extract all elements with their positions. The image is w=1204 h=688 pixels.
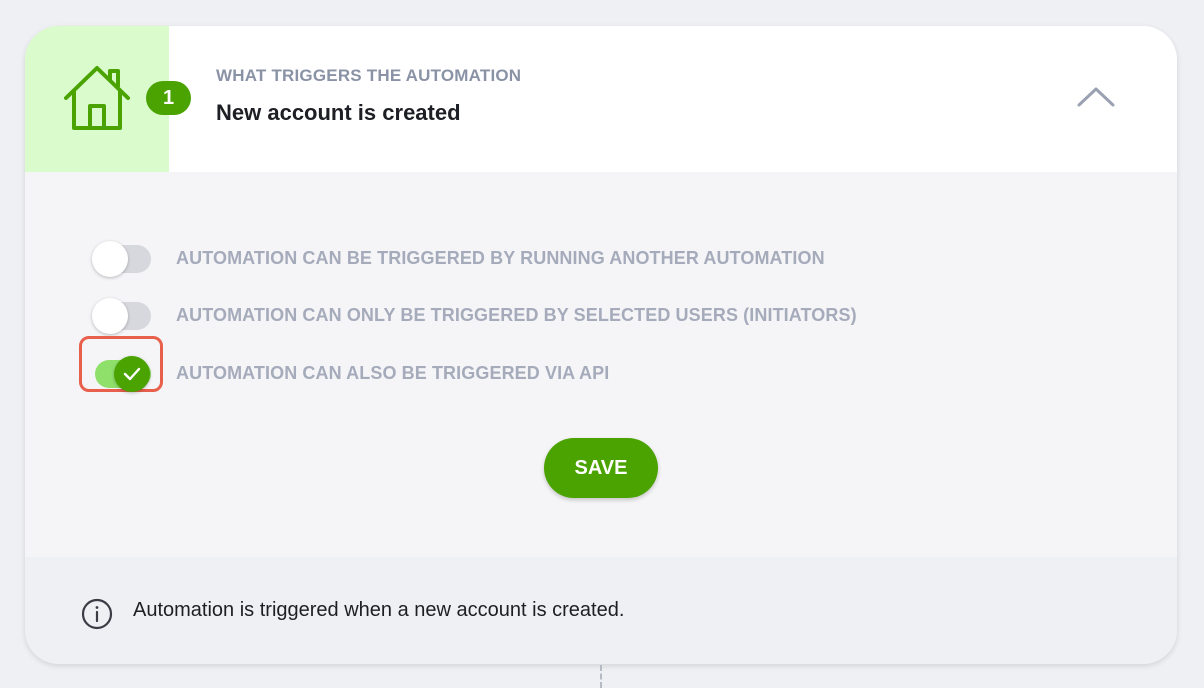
toggle-another-automation[interactable] [91,239,151,279]
option-label-api: AUTOMATION CAN ALSO BE TRIGGERED VIA API [176,363,610,383]
toggle-knob [92,298,128,334]
save-button[interactable]: SAVE [544,438,658,498]
trigger-description-footer: Automation is triggered when a new accou… [25,557,1177,664]
collapse-button[interactable] [1075,82,1117,112]
trigger-header[interactable]: 1 WHAT TRIGGERS THE AUTOMATION New accou… [25,26,1177,172]
trigger-section-label: WHAT TRIGGERS THE AUTOMATION [216,66,522,85]
option-label-selected-users: AUTOMATION CAN ONLY BE TRIGGERED BY SELE… [176,305,857,325]
info-icon [81,598,113,630]
toggle-knob [114,356,150,392]
option-label-another-automation: AUTOMATION CAN BE TRIGGERED BY RUNNING A… [176,248,825,268]
chevron-up-icon [1077,87,1115,107]
step-number-badge: 1 [146,81,191,115]
trigger-description-text: Automation is triggered when a new accou… [133,599,625,621]
toggle-selected-users[interactable] [91,296,151,336]
trigger-title: New account is created [216,100,461,125]
toggle-api[interactable] [91,354,151,394]
house-icon [64,66,130,130]
trigger-card: 1 WHAT TRIGGERS THE AUTOMATION New accou… [25,26,1177,664]
check-icon [123,367,141,381]
flow-connector-line [600,665,602,688]
toggle-knob [92,241,128,277]
trigger-options-panel: AUTOMATION CAN BE TRIGGERED BY RUNNING A… [25,172,1177,556]
